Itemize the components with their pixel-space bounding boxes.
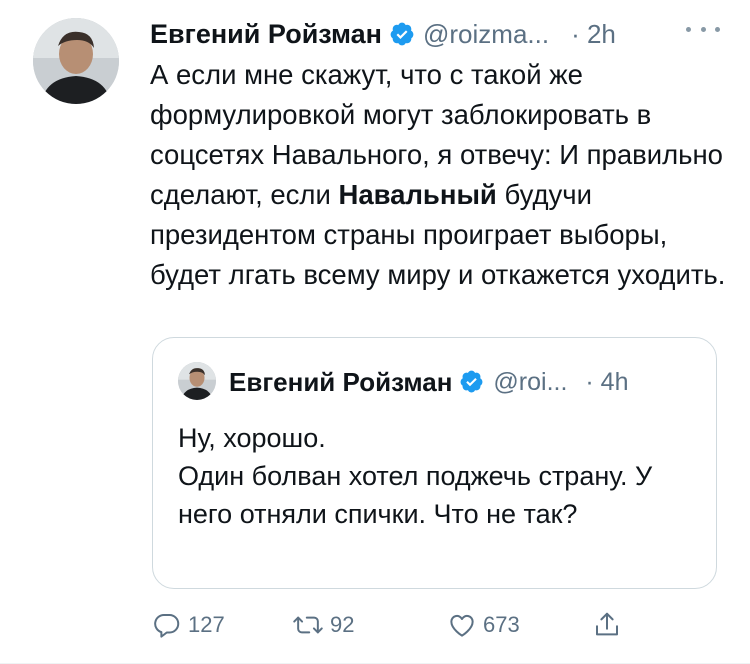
author-name[interactable]: Евгений Ройзман [150,19,382,50]
tweet-text-bold: Навальный [338,179,497,210]
quoted-tweet-text: Ну, хорошо. Один болван хотел поджечь ст… [178,423,653,529]
avatar-photo [33,18,119,104]
like-icon [450,614,474,637]
quoted-author-avatar [178,362,216,400]
reply-button[interactable]: 127 [152,605,225,645]
reply-icon [154,614,180,638]
share-icon [596,612,618,636]
retweet-icon [293,616,323,634]
quoted-author-handle: @roi... [493,367,568,396]
reply-count: 127 [188,612,225,637]
tweet-timestamp[interactable]: · 2h [571,19,616,50]
author-handle[interactable]: @roizma... [423,19,549,50]
avatar-photo [178,362,216,400]
share-button[interactable] [592,605,622,645]
quoted-tweet[interactable]: Евгений Ройзман @roi... · 4h Ну, хорошо.… [152,337,717,589]
more-icon[interactable] [686,22,720,36]
like-count: 673 [483,612,520,637]
like-button[interactable]: 673 [447,605,520,645]
quoted-tweet-timestamp: · 4h [585,367,629,396]
action-bar: 127 92 673 [152,605,632,645]
verified-badge-icon [459,369,485,395]
retweet-button[interactable]: 92 [292,605,354,645]
quoted-tweet-header: Евгений Ройзман @roi... · 4h [229,364,629,400]
tweet-header: Евгений Ройзман @roizma... · 2h [150,16,616,52]
author-avatar[interactable] [33,18,119,104]
tweet-text: А если мне скажут, что с такой же формул… [150,55,735,295]
quoted-author-name: Евгений Ройзман [229,366,453,397]
verified-badge-icon [389,21,415,47]
retweet-count: 92 [330,612,355,637]
